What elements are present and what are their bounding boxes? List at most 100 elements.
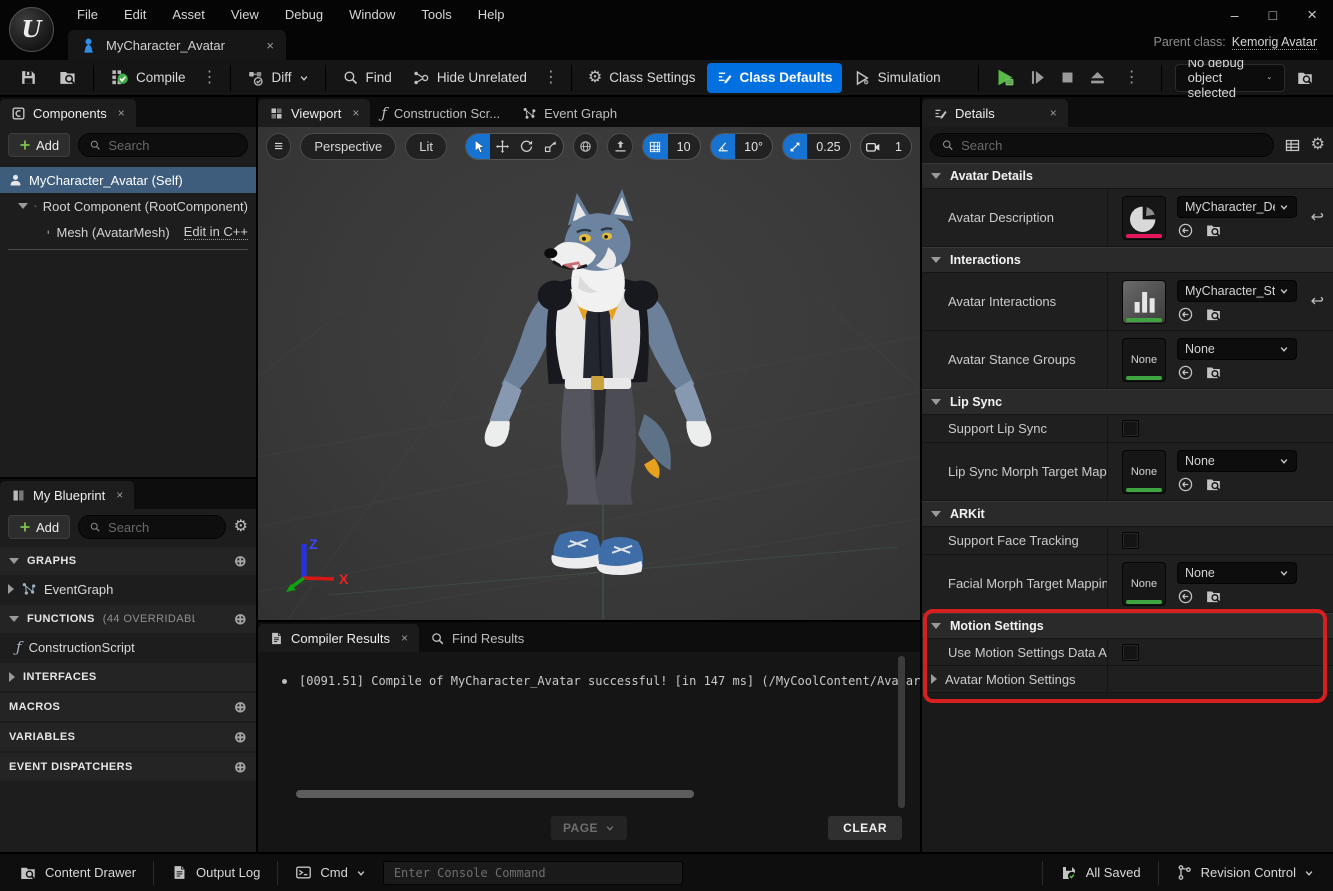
eject-icon[interactable] [1088, 68, 1107, 87]
browse-to-asset-icon[interactable] [1205, 364, 1222, 381]
menu-view[interactable]: View [218, 7, 272, 22]
asset-thumbnail-none[interactable]: None [1122, 338, 1166, 382]
menu-help[interactable]: Help [465, 7, 518, 22]
add-function-icon[interactable] [234, 612, 247, 627]
menu-asset[interactable]: Asset [159, 7, 218, 22]
details-settings-gear-icon[interactable] [1311, 137, 1325, 153]
support-lip-sync-checkbox[interactable] [1122, 420, 1139, 437]
avatar-description-dropdown[interactable]: MyCharacter_Des [1177, 196, 1297, 218]
section-variables[interactable]: VARIABLES [0, 723, 256, 751]
row-avatar-motion-settings[interactable]: Avatar Motion Settings [922, 666, 1333, 693]
lit-dropdown[interactable]: Lit [405, 133, 447, 160]
perspective-dropdown[interactable]: Perspective [300, 133, 396, 160]
add-graph-icon[interactable] [234, 554, 247, 569]
add-variable-icon[interactable] [234, 730, 247, 745]
debug-browse-button[interactable] [1287, 63, 1323, 93]
grid-snap-control[interactable]: 10 [642, 133, 701, 160]
vertical-scrollbar[interactable] [898, 656, 905, 808]
section-macros[interactable]: MACROS [0, 693, 256, 721]
minimize-icon[interactable] [1231, 8, 1239, 22]
add-macro-icon[interactable] [234, 700, 247, 715]
add-blueprint-item-button[interactable]: Add [8, 515, 70, 539]
lip-sync-morph-dropdown[interactable]: None [1177, 450, 1297, 472]
tab-viewport[interactable]: Viewport [258, 99, 370, 127]
asset-thumbnail-none[interactable]: None [1122, 450, 1166, 494]
asset-thumbnail-bars[interactable] [1122, 280, 1166, 324]
section-avatar-details[interactable]: Avatar Details [922, 163, 1333, 189]
avatar-stance-groups-dropdown[interactable]: None [1177, 338, 1297, 360]
surface-snapping-button[interactable] [607, 133, 632, 160]
close-panel-icon[interactable] [401, 632, 408, 644]
components-search-input[interactable] [108, 138, 237, 153]
reset-to-default-icon[interactable] [1311, 294, 1324, 310]
class-settings-button[interactable]: Class Settings [579, 63, 705, 93]
edit-in-cpp-link[interactable]: Edit in C++ [184, 224, 248, 240]
class-defaults-button[interactable]: Class Defaults [707, 63, 842, 93]
details-search-input[interactable] [961, 138, 1263, 153]
debug-object-dropdown[interactable]: No debug object selected [1175, 64, 1285, 92]
find-button[interactable]: Find [333, 63, 401, 93]
tree-item-mesh[interactable]: Mesh (AvatarMesh) Edit in C++ [0, 219, 256, 245]
tree-item-self[interactable]: MyCharacter_Avatar (Self) [0, 167, 256, 193]
tab-event-graph[interactable]: Event Graph [511, 99, 628, 127]
tab-compiler-results[interactable]: Compiler Results [258, 624, 419, 652]
close-tab-icon[interactable] [266, 39, 274, 52]
page-dropdown[interactable]: PAGE [551, 816, 627, 840]
scale-tool-button[interactable] [539, 134, 563, 159]
avatar-interactions-dropdown[interactable]: MyCharacter_Sta [1177, 280, 1297, 302]
camera-speed-control[interactable]: 1 [860, 133, 912, 160]
tree-item-root-component[interactable]: Root Component (RootComponent) [0, 193, 256, 219]
clear-button[interactable]: CLEAR [828, 816, 902, 840]
hide-unrelated-options-icon[interactable] [538, 70, 564, 86]
support-face-tracking-checkbox[interactable] [1122, 532, 1139, 549]
section-interfaces[interactable]: INTERFACES [0, 663, 256, 691]
tab-mycharacter-avatar[interactable]: MyCharacter_Avatar [68, 30, 286, 60]
use-motion-settings-checkbox[interactable] [1122, 644, 1139, 661]
use-selected-asset-icon[interactable] [1177, 306, 1194, 323]
expander-down-icon[interactable] [18, 203, 28, 209]
use-selected-asset-icon[interactable] [1177, 222, 1194, 239]
browse-to-asset-icon[interactable] [1205, 306, 1222, 323]
compile-options-icon[interactable] [197, 70, 223, 86]
save-button[interactable] [10, 63, 47, 93]
close-panel-icon[interactable] [116, 489, 123, 501]
world-local-toggle-button[interactable] [573, 133, 598, 160]
add-event-dispatcher-icon[interactable] [234, 760, 247, 775]
tab-details[interactable]: Details [922, 99, 1068, 127]
browse-to-asset-icon[interactable] [1205, 476, 1222, 493]
cmd-dropdown[interactable]: Cmd [286, 858, 374, 888]
blueprint-settings-gear-icon[interactable] [234, 519, 248, 535]
tab-find-results[interactable]: Find Results [419, 624, 535, 652]
facial-morph-dropdown[interactable]: None [1177, 562, 1297, 584]
asset-thumbnail-none[interactable]: None [1122, 562, 1166, 606]
parent-class-link[interactable]: Kemorig Avatar [1232, 35, 1317, 50]
simulation-button[interactable]: Simulation [844, 63, 950, 93]
section-event-dispatchers[interactable]: EVENT DISPATCHERS [0, 753, 256, 781]
tab-components[interactable]: Components [0, 99, 136, 127]
rotation-snap-control[interactable]: 10° [710, 133, 774, 160]
asset-thumbnail-pie[interactable] [1122, 196, 1166, 240]
rotate-tool-button[interactable] [515, 134, 539, 159]
console-command-input[interactable] [394, 866, 672, 880]
content-drawer-button[interactable]: Content Drawer [10, 858, 145, 888]
use-selected-asset-icon[interactable] [1177, 476, 1194, 493]
section-arkit[interactable]: ARKit [922, 501, 1333, 527]
item-event-graph[interactable]: EventGraph [0, 575, 256, 603]
play-options-icon[interactable] [1119, 70, 1145, 86]
hide-unrelated-button[interactable]: Hide Unrelated [403, 63, 536, 93]
my-blueprint-search-input[interactable] [108, 520, 215, 535]
menu-window[interactable]: Window [336, 7, 408, 22]
menu-edit[interactable]: Edit [111, 7, 159, 22]
section-motion-settings[interactable]: Motion Settings [922, 613, 1333, 639]
tab-my-blueprint[interactable]: My Blueprint [0, 481, 134, 509]
close-panel-icon[interactable] [118, 107, 125, 119]
viewport-canvas[interactable]: Z X Perspective Lit [258, 127, 920, 620]
horizontal-scrollbar[interactable] [296, 790, 694, 798]
browse-to-asset-icon[interactable] [1205, 588, 1222, 605]
item-construction-script[interactable]: ConstructionScript [0, 633, 256, 661]
diff-button[interactable]: Diff [238, 63, 318, 93]
move-tool-button[interactable] [490, 134, 514, 159]
section-functions[interactable]: FUNCTIONS (44 OVERRIDABLE) [0, 605, 256, 633]
use-selected-asset-icon[interactable] [1177, 588, 1194, 605]
output-log-button[interactable]: Output Log [162, 858, 269, 888]
